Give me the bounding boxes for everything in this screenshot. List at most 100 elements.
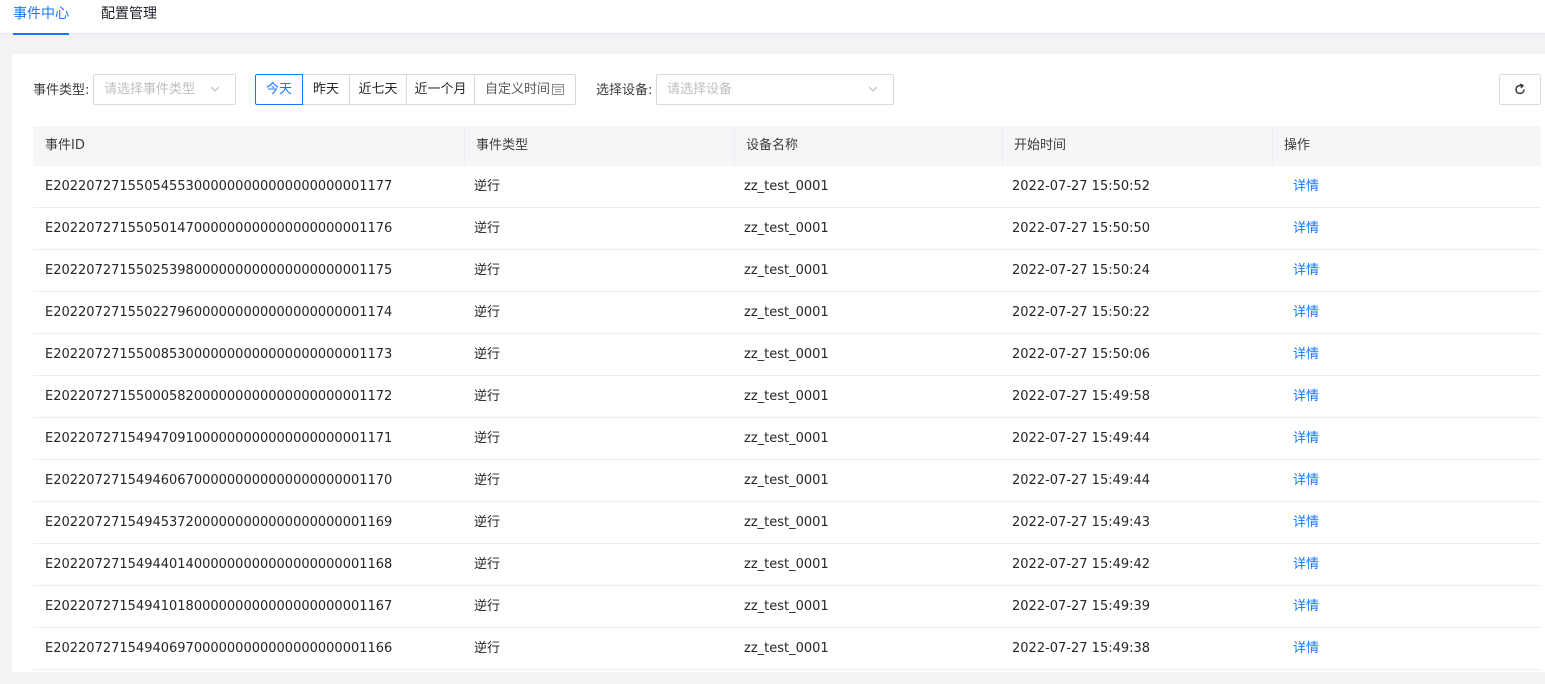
chevron-down-icon	[868, 86, 878, 92]
actions-cell: 详情	[1272, 418, 1541, 459]
start-time-cell: 2022-07-27 15:50:50	[1012, 221, 1151, 236]
range-custom-button[interactable]: 自定义时间	[474, 74, 576, 105]
refresh-button[interactable]	[1499, 74, 1541, 105]
event-type-cell: 逆行	[474, 263, 501, 278]
table-row: E202207271550227960000000000000000000011…	[33, 292, 1541, 334]
detail-link[interactable]: 详情	[1293, 599, 1319, 614]
event-id-cell: E202207271550005820000000000000000000011…	[45, 389, 393, 404]
event-id-cell: E202207271550253980000000000000000000011…	[45, 263, 393, 278]
event-type-select[interactable]: 请选择事件类型	[93, 74, 236, 105]
detail-link[interactable]: 详情	[1293, 473, 1319, 488]
detail-link[interactable]: 详情	[1293, 347, 1319, 362]
calendar-icon	[552, 84, 564, 95]
chevron-down-icon	[210, 86, 220, 92]
device-name-cell: zz_test_0001	[744, 347, 829, 362]
event-type-cell: 逆行	[474, 473, 501, 488]
custom-range-label: 自定义时间	[485, 82, 551, 97]
actions-cell: 详情	[1272, 334, 1541, 375]
table-row: E202207271550501470000000000000000000011…	[33, 208, 1541, 250]
device-label: 选择设备:	[596, 83, 653, 98]
detail-link[interactable]: 详情	[1293, 557, 1319, 572]
actions-cell: 详情	[1272, 250, 1541, 291]
event-type-cell: 逆行	[474, 641, 501, 656]
start-time-cell: 2022-07-27 15:50:52	[1012, 179, 1151, 194]
event-type-cell: 逆行	[474, 179, 501, 194]
tab-config-management[interactable]: 配置管理	[101, 0, 157, 34]
table-header: 事件ID 事件类型 设备名称 开始时间 操作	[33, 126, 1541, 166]
column-header-event-id: 事件ID	[45, 138, 85, 153]
event-id-cell: E202207271549460670000000000000000000011…	[45, 473, 393, 488]
event-type-cell: 逆行	[474, 431, 501, 446]
column-header-actions: 操作	[1272, 126, 1541, 166]
event-type-cell: 逆行	[474, 347, 501, 362]
device-name-cell: zz_test_0001	[744, 473, 829, 488]
start-time-cell: 2022-07-27 15:49:39	[1012, 599, 1151, 614]
range-last-7-days-button[interactable]: 近七天	[349, 74, 407, 105]
device-name-cell: zz_test_0001	[744, 263, 829, 278]
page-bottom-strip	[0, 672, 1545, 684]
table-row: E202207271550253980000000000000000000011…	[33, 250, 1541, 292]
event-list-card: 事件类型: 请选择事件类型 今天 昨天 近七天 近一个月 自定义时间 选择设备:…	[12, 54, 1545, 673]
event-id-cell: E202207271549453720000000000000000000011…	[45, 515, 393, 530]
detail-link[interactable]: 详情	[1293, 515, 1319, 530]
start-time-cell: 2022-07-27 15:49:43	[1012, 515, 1151, 530]
event-table: 事件ID 事件类型 设备名称 开始时间 操作 E2022072715505455…	[33, 126, 1541, 670]
event-type-cell: 逆行	[474, 389, 501, 404]
actions-cell: 详情	[1272, 502, 1541, 543]
actions-cell: 详情	[1272, 292, 1541, 333]
range-last-month-button[interactable]: 近一个月	[406, 74, 475, 105]
event-type-cell: 逆行	[474, 515, 501, 530]
event-id-cell: E202207271550227960000000000000000000011…	[45, 305, 393, 320]
actions-cell: 详情	[1272, 628, 1541, 669]
event-id-cell: E202207271549470910000000000000000000011…	[45, 431, 393, 446]
date-range-group: 今天 昨天 近七天 近一个月 自定义时间	[255, 74, 576, 105]
event-id-cell: E202207271550085300000000000000000000011…	[45, 347, 393, 362]
table-row: E202207271549406970000000000000000000011…	[33, 628, 1541, 670]
detail-link[interactable]: 详情	[1293, 641, 1319, 656]
device-name-cell: zz_test_0001	[744, 431, 829, 446]
tab-bar: 事件中心 配置管理	[0, 0, 1545, 35]
device-placeholder: 请选择设备	[667, 82, 733, 97]
actions-cell: 详情	[1272, 166, 1541, 207]
device-name-cell: zz_test_0001	[744, 221, 829, 236]
event-type-cell: 逆行	[474, 557, 501, 572]
start-time-cell: 2022-07-27 15:49:58	[1012, 389, 1151, 404]
detail-link[interactable]: 详情	[1293, 179, 1319, 194]
start-time-cell: 2022-07-27 15:49:38	[1012, 641, 1151, 656]
actions-cell: 详情	[1272, 586, 1541, 627]
device-name-cell: zz_test_0001	[744, 305, 829, 320]
event-type-cell: 逆行	[474, 305, 501, 320]
event-type-placeholder: 请选择事件类型	[104, 82, 196, 97]
column-header-event-type: 事件类型	[464, 126, 734, 166]
event-id-cell: E202207271550501470000000000000000000011…	[45, 221, 393, 236]
device-name-cell: zz_test_0001	[744, 599, 829, 614]
event-id-cell: E202207271549410180000000000000000000011…	[45, 599, 393, 614]
detail-link[interactable]: 详情	[1293, 221, 1319, 236]
device-name-cell: zz_test_0001	[744, 557, 829, 572]
refresh-icon	[1515, 83, 1525, 95]
start-time-cell: 2022-07-27 15:50:24	[1012, 263, 1151, 278]
device-name-cell: zz_test_0001	[744, 515, 829, 530]
actions-cell: 详情	[1272, 544, 1541, 585]
detail-link[interactable]: 详情	[1293, 305, 1319, 320]
table-body: E202207271550545530000000000000000000011…	[33, 166, 1541, 670]
start-time-cell: 2022-07-27 15:50:22	[1012, 305, 1151, 320]
detail-link[interactable]: 详情	[1293, 389, 1319, 404]
table-row: E202207271550085300000000000000000000011…	[33, 334, 1541, 376]
detail-link[interactable]: 详情	[1293, 431, 1319, 446]
event-type-label: 事件类型:	[33, 83, 90, 98]
start-time-cell: 2022-07-27 15:49:44	[1012, 473, 1151, 488]
start-time-cell: 2022-07-27 15:49:44	[1012, 431, 1151, 446]
event-id-cell: E202207271549440140000000000000000000011…	[45, 557, 393, 572]
range-yesterday-button[interactable]: 昨天	[302, 74, 350, 105]
tab-event-center[interactable]: 事件中心	[13, 0, 69, 35]
event-id-cell: E202207271549406970000000000000000000011…	[45, 641, 393, 656]
column-header-device-name: 设备名称	[734, 126, 1002, 166]
detail-link[interactable]: 详情	[1293, 263, 1319, 278]
start-time-cell: 2022-07-27 15:49:42	[1012, 557, 1151, 572]
table-row: E202207271549460670000000000000000000011…	[33, 460, 1541, 502]
table-row: E202207271549440140000000000000000000011…	[33, 544, 1541, 586]
range-today-button[interactable]: 今天	[255, 74, 303, 105]
device-select[interactable]: 请选择设备	[656, 74, 894, 105]
device-name-cell: zz_test_0001	[744, 389, 829, 404]
